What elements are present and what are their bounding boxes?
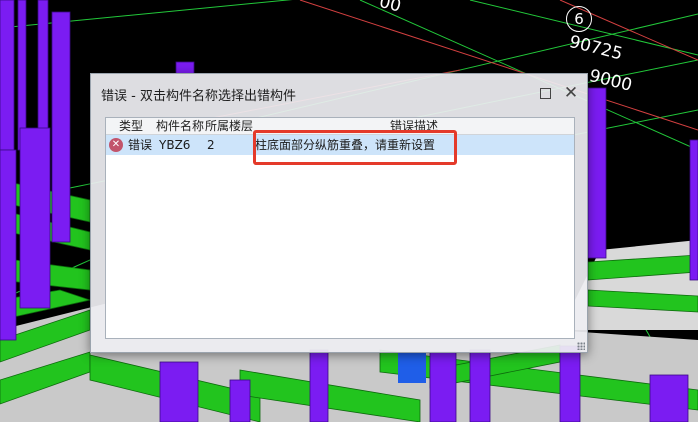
error-dialog: 错误 - 双击构件名称选择出错构件 ✕ 类型 构件名称 所属楼层 错误描述 ✕ … xyxy=(90,73,588,353)
dialog-titlebar[interactable]: 错误 - 双击构件名称选择出错构件 ✕ xyxy=(91,74,587,112)
grid-axis-bubble[interactable]: 6 xyxy=(566,6,592,32)
maximize-icon xyxy=(539,87,551,99)
cell-error-description: 柱底面部分纵筋重叠，请重新设置 xyxy=(255,138,436,152)
column-header-name[interactable]: 构件名称 xyxy=(156,119,204,133)
dialog-title: 错误 - 双击构件名称选择出错构件 xyxy=(101,89,296,104)
blue-element xyxy=(398,353,426,383)
column-header-floor[interactable]: 所属楼层 xyxy=(205,119,253,133)
close-button[interactable]: ✕ xyxy=(559,82,583,104)
table-row[interactable]: ✕ 错误 YBZ6 2 柱底面部分纵筋重叠，请重新设置 xyxy=(106,135,574,155)
column-header-type[interactable]: 类型 xyxy=(119,119,143,133)
column-header-description[interactable]: 错误描述 xyxy=(390,119,438,133)
error-list-table[interactable]: 类型 构件名称 所属楼层 错误描述 ✕ 错误 YBZ6 2 柱底面部分纵筋重叠，… xyxy=(105,117,575,339)
maximize-button[interactable] xyxy=(533,82,557,104)
cell-component-name[interactable]: YBZ6 xyxy=(159,138,190,152)
close-icon: ✕ xyxy=(563,82,579,103)
table-header: 类型 构件名称 所属楼层 错误描述 xyxy=(106,118,574,135)
error-icon: ✕ xyxy=(109,138,123,152)
cell-type: 错误 xyxy=(128,138,153,152)
cell-floor: 2 xyxy=(207,138,215,152)
resize-grip[interactable] xyxy=(577,342,585,350)
